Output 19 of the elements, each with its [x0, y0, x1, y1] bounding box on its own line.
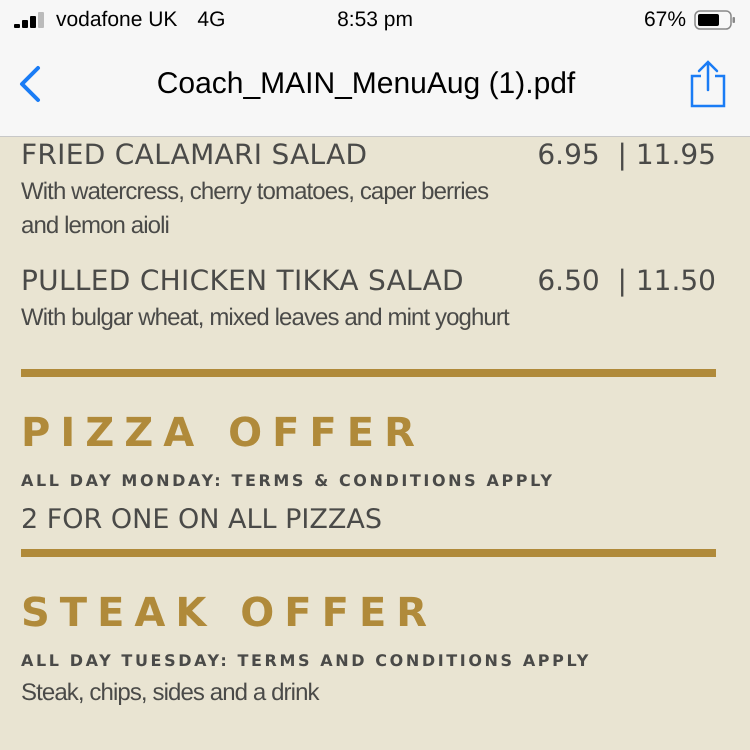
dish-description: With bulgar wheat, mixed leaves and mint yoghurt [21, 303, 510, 333]
battery-percent: 67% [644, 8, 686, 32]
dish-price: 6.50 | 11.50 [537, 263, 716, 299]
dish-name: FRIED CALAMARI SALAD [21, 137, 368, 173]
offer-terms: ALL DAY TUESDAY: TERMS AND CONDITIONS APPLY [21, 651, 592, 670]
offer-title: STEAK OFFER [21, 589, 438, 637]
offer-detail: 2 FOR ONE ON ALL PIZZAS [21, 504, 383, 535]
share-button[interactable] [688, 60, 728, 108]
network-type: 4G [197, 8, 226, 32]
dish-description: With watercress, cherry tomatoes, caper berries and lemon aioli [21, 177, 490, 241]
offer-title: PIZZA OFFER [21, 409, 426, 457]
status-time: 8:53 pm [337, 8, 413, 32]
battery-icon [694, 10, 736, 30]
document-title: Coach_MAIN_MenuAug (1).pdf [156, 67, 576, 101]
dish-name: PULLED CHICKEN TIKKA SALAD [21, 263, 464, 299]
offer-terms: ALL DAY MONDAY: TERMS & CONDITIONS APPLY [21, 471, 556, 490]
dish-price: 6.95 | 11.95 [537, 137, 716, 173]
offer-detail: Steak, chips, sides and a drink [21, 678, 320, 708]
carrier-name: vodafone UK [56, 8, 178, 32]
